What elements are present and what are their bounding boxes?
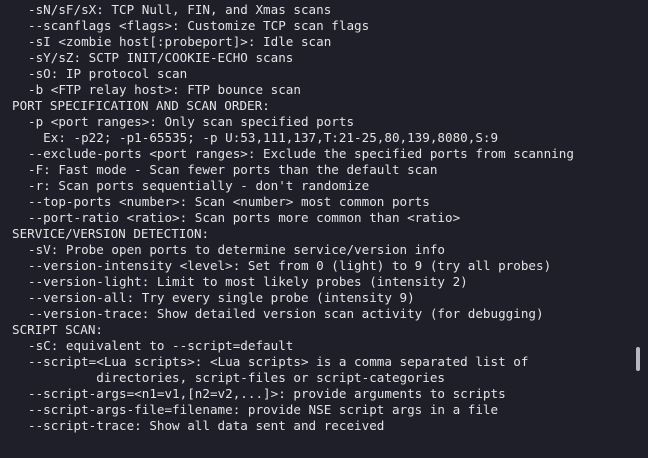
terminal-line: -sO: IP protocol scan [28,66,188,81]
section-heading: SCRIPT SCAN: [12,322,103,337]
terminal-line: -sI <zombie host[:probeport]>: Idle scan [28,34,332,49]
terminal-line: -sV: Probe open ports to determine servi… [28,242,446,257]
terminal-line: directories, script-files or script-cate… [28,370,446,385]
terminal-line: -F: Fast mode - Scan fewer ports than th… [28,162,438,177]
terminal-line: --script-trace: Show all data sent and r… [28,418,385,433]
terminal-window[interactable]: -sN/sF/sX: TCP Null, FIN, and Xmas scans… [0,0,648,458]
terminal-line: -p <port ranges>: Only scan specified po… [28,114,355,129]
terminal-line: -sY/sZ: SCTP INIT/COOKIE-ECHO scans [28,50,294,65]
terminal-output: -sN/sF/sX: TCP Null, FIN, and Xmas scans… [12,2,574,434]
terminal-line: -sN/sF/sX: TCP Null, FIN, and Xmas scans [28,2,332,17]
terminal-line: --version-all: Try every single probe (i… [28,290,415,305]
terminal-line: --scanflags <flags>: Customize TCP scan … [28,18,370,33]
terminal-line: --script-args=<n1=v1,[n2=v2,...]>: provi… [28,386,506,401]
section-heading: PORT SPECIFICATION AND SCAN ORDER: [12,98,270,113]
terminal-line: --script=<Lua scripts>: <Lua scripts> is… [28,354,529,369]
terminal-line: --version-trace: Show detailed version s… [28,306,544,321]
terminal-line: --script-args-file=filename: provide NSE… [28,402,499,417]
terminal-line: --top-ports <number>: Scan <number> most… [28,194,430,209]
terminal-line: --version-light: Limit to most likely pr… [28,274,468,289]
terminal-line: --port-ratio <ratio>: Scan ports more co… [28,210,461,225]
scrollbar-thumb[interactable] [636,347,640,371]
terminal-line: --version-intensity <level>: Set from 0 … [28,258,552,273]
terminal-line: Ex: -p22; -p1-65535; -p U:53,111,137,T:2… [28,130,499,145]
terminal-line: --exclude-ports <port ranges>: Exclude t… [28,146,574,161]
section-heading: SERVICE/VERSION DETECTION: [12,226,210,241]
terminal-line: -sC: equivalent to --script=default [28,338,294,353]
terminal-line: -r: Scan ports sequentially - don't rand… [28,178,370,193]
terminal-line: -b <FTP relay host>: FTP bounce scan [28,82,301,97]
